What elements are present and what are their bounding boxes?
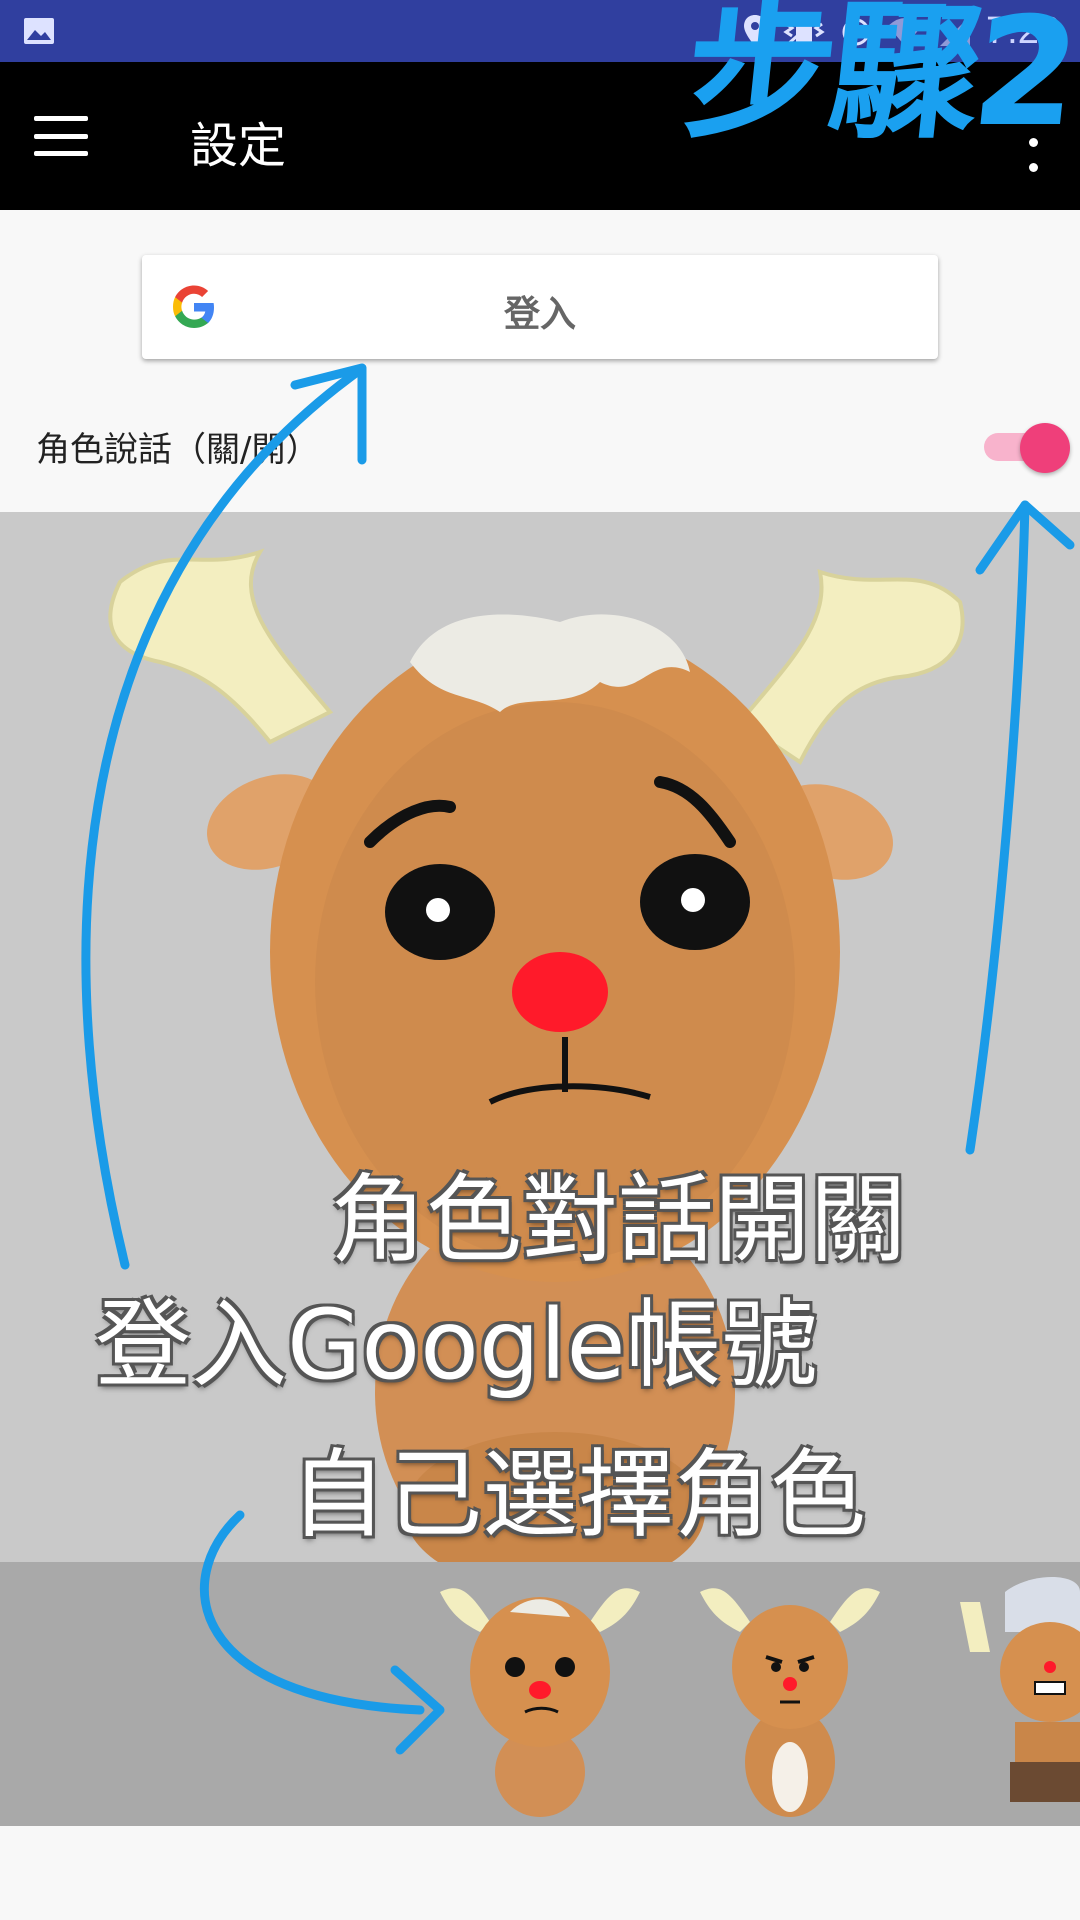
character-speech-label: 角色說話（關/開） (36, 430, 320, 470)
gallery-icon (24, 18, 54, 44)
annotation-dialog-toggle: 角色對話開關 (330, 1164, 906, 1276)
character-picker (0, 1562, 1080, 1826)
character-option-reindeer-sad[interactable] (420, 1562, 660, 1826)
character-option-reindeer-cap[interactable] (950, 1562, 1080, 1826)
page-title: 設定 (190, 118, 287, 174)
character-preview: 角色對話開關 登入Google帳號 自己選擇角色 (0, 512, 1080, 1562)
annotation-choose-character: 自己選擇角色 (290, 1439, 866, 1551)
character-speech-setting: 角色說話（關/開） (0, 380, 1080, 510)
toggle-thumb (1020, 423, 1070, 473)
annotation-google-login: 登入Google帳號 (95, 1289, 818, 1401)
google-signin-button[interactable]: 登入 (142, 255, 938, 359)
step-annotation: 步驟2 (676, 0, 1080, 160)
hamburger-menu-icon[interactable] (26, 106, 96, 166)
character-speech-toggle[interactable] (980, 415, 1070, 475)
bottom-blank-area (0, 1826, 1080, 1920)
signin-label: 登入 (503, 294, 576, 335)
character-option-reindeer-angry[interactable] (690, 1562, 890, 1826)
